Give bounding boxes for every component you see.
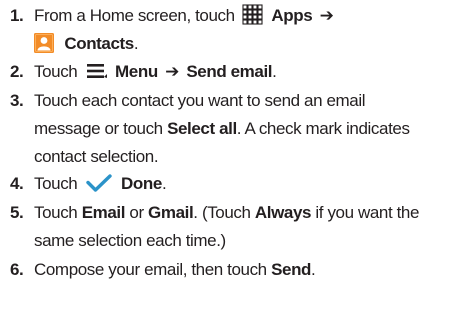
step-text: Touch [34, 62, 78, 81]
period: . [311, 260, 316, 279]
arrow-icon: ➔ [165, 62, 180, 81]
menu-label: Menu [115, 62, 158, 81]
step-number: 5. [10, 203, 24, 222]
step-text: contact selection. [34, 147, 159, 166]
checkmark-icon [85, 173, 113, 192]
step-4: 4. Touch Done. [0, 170, 455, 198]
step-number: 1. [10, 6, 24, 25]
step-3: 3. Touch each contact you want to send a… [0, 87, 455, 171]
always-label: Always [254, 203, 312, 222]
step-text: or [129, 203, 144, 222]
email-label: Email [81, 203, 126, 222]
step-text: Touch each contact you want to send an e… [34, 91, 366, 110]
apps-grid-icon [242, 3, 264, 26]
contacts-label: Contacts [64, 34, 134, 53]
send-email-label: Send email [186, 62, 273, 81]
period: . [133, 34, 139, 53]
gmail-label: Gmail [148, 203, 194, 222]
step-2: 2. Touch Menu ➔ Send email. [0, 58, 455, 86]
step-number: 6. [10, 260, 24, 279]
step-number: 2. [10, 62, 24, 81]
step-number: 3. [10, 91, 24, 110]
step-text: . (Touch [193, 203, 251, 222]
step-text: Compose your email, then touch [34, 260, 267, 279]
period: . [161, 174, 167, 193]
step-text: From a Home screen, touch [34, 6, 235, 25]
step-5: 5. Touch Email or Gmail. (Touch Always i… [0, 199, 455, 255]
done-label: Done [121, 174, 162, 193]
step-number: 4. [10, 174, 24, 193]
step-text: if you want the [315, 203, 420, 222]
menu-icon [86, 63, 107, 79]
step-1: 1. From a Home screen, touch Apps ➔ Cont… [0, 2, 455, 58]
send-label: Send [271, 260, 312, 279]
arrow-icon: ➔ [319, 6, 334, 25]
select-all-label: Select all [167, 119, 237, 138]
contacts-icon [34, 32, 54, 53]
step-6: 6. Compose your email, then touch Send. [0, 256, 455, 284]
apps-label: Apps [271, 6, 313, 25]
step-text: Touch [34, 203, 78, 222]
step-text: Touch [34, 174, 78, 193]
step-text: same selection each time.) [34, 231, 226, 250]
step-text: . A check mark indicates [236, 119, 410, 138]
period: . [272, 62, 277, 81]
step-text: message or touch [34, 119, 163, 138]
